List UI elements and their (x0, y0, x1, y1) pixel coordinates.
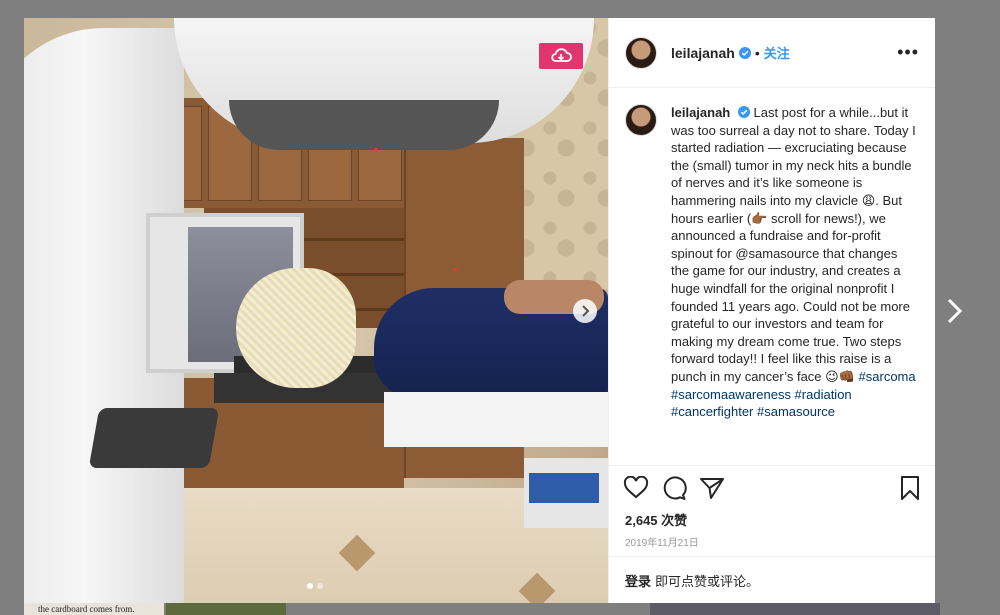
carousel-dot (317, 583, 323, 589)
background-strip-right (650, 603, 940, 615)
photo-patient-mask (236, 268, 356, 388)
follow-button[interactable]: 关注 (764, 43, 790, 62)
verified-icon (738, 46, 751, 59)
login-prompt-text: 即可点赞或评论。 (655, 573, 760, 589)
share-icon[interactable] (699, 476, 725, 500)
next-photo-button[interactable] (573, 299, 597, 323)
login-prompt: 登录 即可点赞或评论。 (609, 556, 935, 603)
bookmark-icon[interactable] (899, 475, 921, 501)
post-date[interactable]: 2019年11月21日 (609, 530, 935, 556)
header-username[interactable]: leilajanah (671, 45, 735, 61)
comment-icon[interactable] (661, 475, 687, 501)
caption-username[interactable]: leilajanah (671, 105, 730, 120)
more-icon: ••• (897, 42, 919, 62)
background-snippet: the cardboard comes from. (38, 604, 135, 614)
laser-dot (374, 148, 377, 151)
photo-linac-lens (229, 100, 499, 150)
caption-text: Last post for a while...but it was too s… (671, 105, 916, 384)
carousel-dots (307, 583, 323, 589)
like-count[interactable]: 2,645 次赞 (609, 510, 935, 530)
caption-avatar[interactable] (625, 104, 657, 136)
header-separator: • (754, 44, 760, 61)
photo-sheet (384, 392, 608, 447)
cloud-save-button[interactable] (539, 43, 583, 69)
laser-dot (454, 268, 457, 271)
post-header: leilajanah • 关注 ••• (609, 18, 935, 88)
post-modal: leilajanah • 关注 ••• leilajanah Last post… (24, 18, 935, 603)
chevron-right-icon (582, 305, 590, 317)
next-post-button[interactable] (943, 296, 967, 326)
photo-floor-unit (88, 408, 220, 468)
action-bar (609, 465, 935, 510)
carousel-dot-active (307, 583, 313, 589)
verified-icon (737, 106, 750, 118)
more-options-button[interactable]: ••• (897, 42, 919, 63)
post-photo[interactable] (24, 18, 608, 603)
post-side-panel: leilajanah • 关注 ••• leilajanah Last post… (608, 18, 935, 603)
login-link[interactable]: 登录 (625, 571, 651, 590)
heart-icon[interactable] (623, 476, 649, 500)
caption: leilajanah Last post for a while...but i… (671, 104, 919, 449)
photo-cart-box (529, 473, 599, 503)
background-strip-mid (166, 603, 286, 615)
avatar[interactable] (625, 36, 657, 69)
chevron-right-icon (947, 298, 963, 324)
caption-area: leilajanah Last post for a while...but i… (609, 88, 935, 465)
cloud-save-icon (551, 48, 572, 62)
